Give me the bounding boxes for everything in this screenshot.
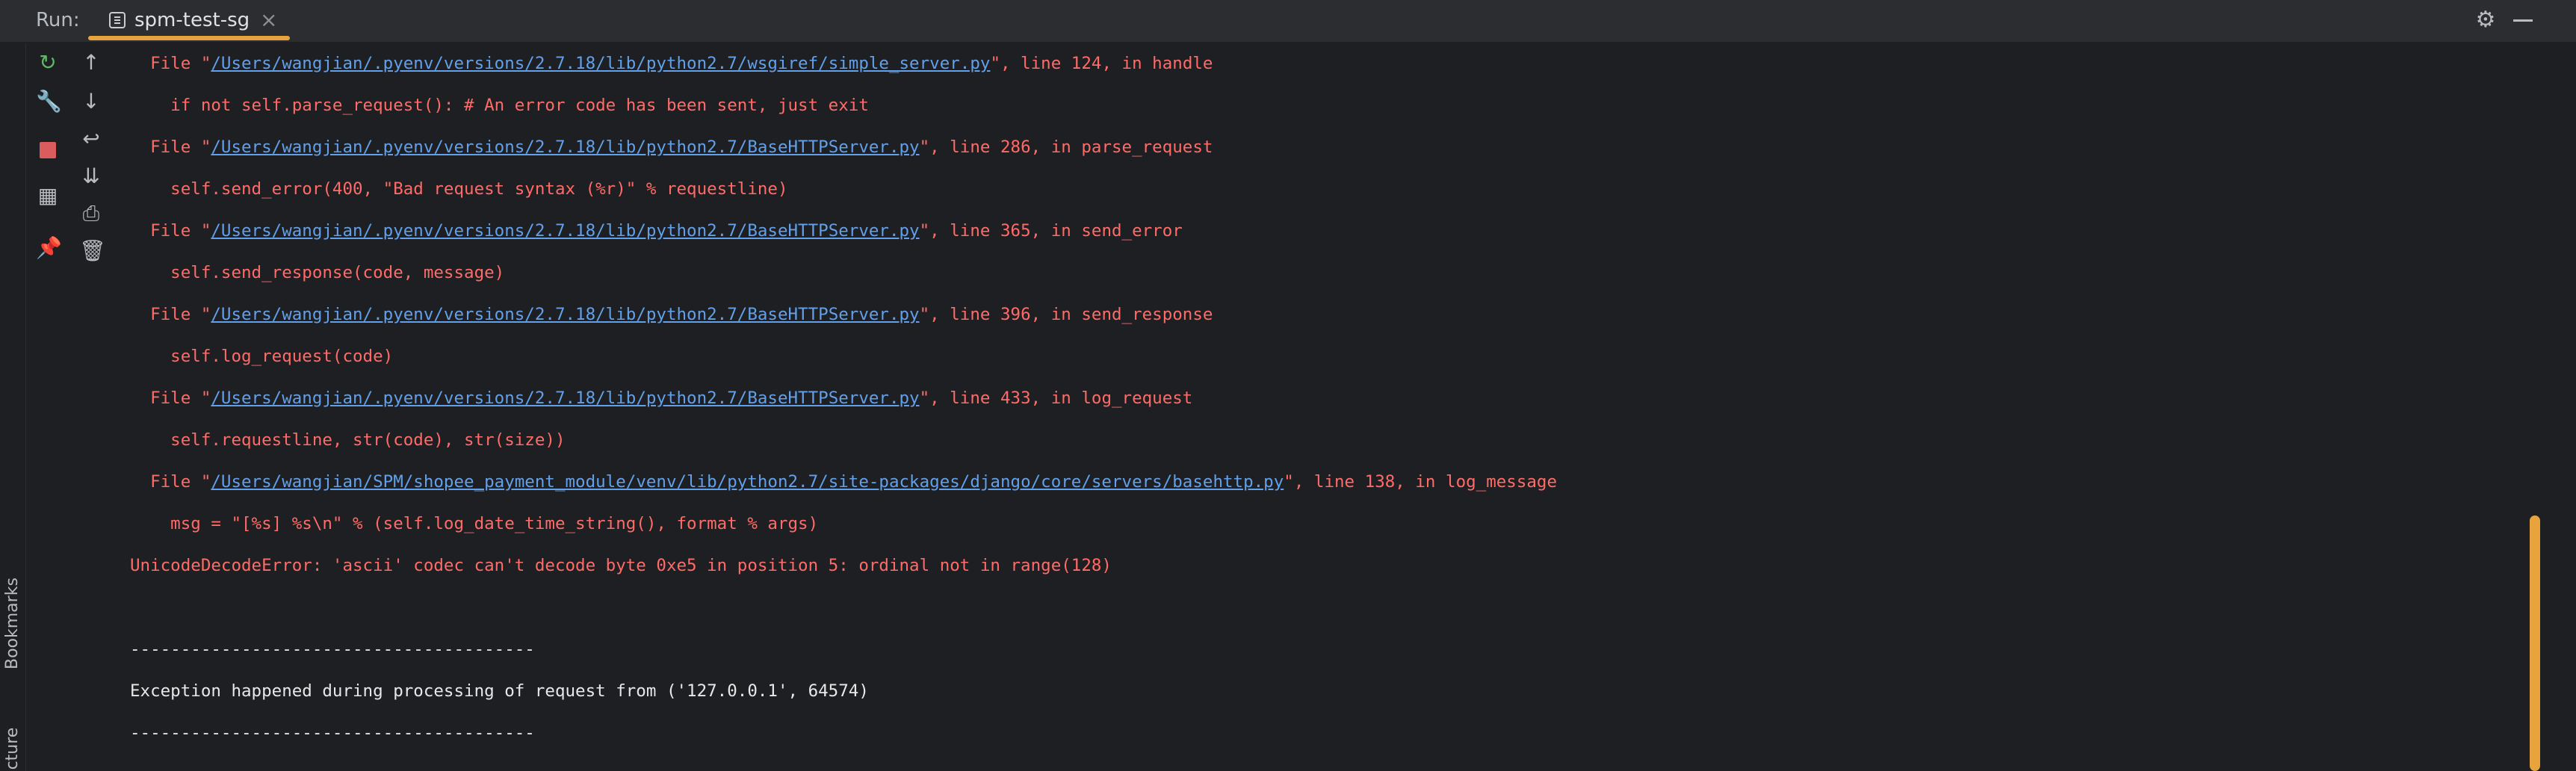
traceback-file-line: File "/Users/wangjian/.pyenv/versions/2.… bbox=[130, 51, 1213, 76]
file-prefix: File " bbox=[130, 472, 211, 492]
vertical-scrollbar[interactable] bbox=[2530, 515, 2540, 771]
console-line: self.send_response(code, message) bbox=[130, 263, 505, 282]
wrench-icon[interactable]: 🔧 bbox=[36, 90, 62, 114]
scroll-to-end-icon[interactable]: ⇊ bbox=[79, 164, 103, 188]
file-path-link[interactable]: /Users/wangjian/SPM/shopee_payment_modul… bbox=[211, 472, 1284, 492]
run-label: Run: bbox=[36, 9, 80, 31]
close-icon[interactable]: × bbox=[260, 7, 277, 32]
trash-icon[interactable]: 🗑 bbox=[79, 239, 106, 263]
file-prefix: File " bbox=[130, 221, 211, 241]
file-suffix: ", line 433, in log_request bbox=[919, 388, 1193, 408]
file-suffix: ", line 365, in send_error bbox=[919, 221, 1183, 241]
console-line: self.log_request(code) bbox=[130, 347, 394, 366]
file-path-link[interactable]: /Users/wangjian/.pyenv/versions/2.7.18/l… bbox=[211, 388, 919, 408]
console-line: msg = "[%s] %s\n" % (self.log_date_time_… bbox=[130, 514, 819, 533]
minimize-icon[interactable] bbox=[2513, 19, 2533, 22]
file-suffix: ", line 286, in parse_request bbox=[919, 137, 1213, 157]
run-toolbar-secondary: ↑ ↓ ↩ ⇊ ⎙ 🗑 bbox=[69, 43, 114, 771]
side-tool-strip: Bookmarks Structure bbox=[0, 43, 26, 771]
traceback-file-line: File "/Users/wangjian/.pyenv/versions/2.… bbox=[130, 134, 1213, 160]
console-line: ---------------------------------------- bbox=[130, 723, 535, 743]
rerun-icon[interactable]: ↻ bbox=[36, 51, 60, 75]
console-line: self.send_error(400, "Bad request syntax… bbox=[130, 179, 788, 199]
file-prefix: File " bbox=[130, 54, 211, 73]
bookmarks-tab[interactable]: Bookmarks bbox=[3, 578, 22, 669]
traceback-file-line: File "/Users/wangjian/.pyenv/versions/2.… bbox=[130, 218, 1183, 244]
run-config-icon bbox=[109, 12, 126, 28]
traceback-file-line: File "/Users/wangjian/.pyenv/versions/2.… bbox=[130, 302, 1213, 327]
console-line: Exception happened during processing of … bbox=[130, 681, 869, 701]
arrow-down-icon[interactable]: ↓ bbox=[79, 90, 103, 114]
file-prefix: File " bbox=[130, 305, 211, 324]
file-path-link[interactable]: /Users/wangjian/.pyenv/versions/2.7.18/l… bbox=[211, 137, 919, 157]
active-tab-indicator bbox=[88, 36, 290, 40]
traceback-file-line: File "/Users/wangjian/SPM/shopee_payment… bbox=[130, 469, 1557, 495]
console-line: if not self.parse_request(): # An error … bbox=[130, 96, 869, 115]
stop-icon[interactable] bbox=[40, 142, 56, 158]
console-output[interactable]: File "/Users/wangjian/.pyenv/versions/2.… bbox=[114, 43, 2527, 771]
console-line: self.requestline, str(code), str(size)) bbox=[130, 430, 566, 450]
run-tool-window: Run: spm-test-sg × ⚙ Bookmarks Structure… bbox=[0, 0, 2576, 771]
console-line: UnicodeDecodeError: 'ascii' codec can't … bbox=[130, 556, 1112, 575]
gear-icon[interactable]: ⚙ bbox=[2474, 9, 2497, 31]
run-toolbar-primary: ↻ 🔧 ▦ 📌 bbox=[25, 43, 70, 771]
file-path-link[interactable]: /Users/wangjian/.pyenv/versions/2.7.18/l… bbox=[211, 54, 990, 73]
soft-wrap-icon[interactable]: ↩ bbox=[79, 127, 103, 151]
console-line: ---------------------------------------- bbox=[130, 640, 535, 659]
file-path-link[interactable]: /Users/wangjian/.pyenv/versions/2.7.18/l… bbox=[211, 221, 919, 241]
file-prefix: File " bbox=[130, 388, 211, 408]
structure-tab[interactable]: Structure bbox=[3, 728, 22, 771]
file-suffix: ", line 124, in handle bbox=[990, 54, 1213, 73]
file-prefix: File " bbox=[130, 137, 211, 157]
traceback-file-line: File "/Users/wangjian/.pyenv/versions/2.… bbox=[130, 386, 1192, 411]
tab-spm-test-sg[interactable]: spm-test-sg × bbox=[103, 3, 290, 39]
file-suffix: ", line 138, in log_message bbox=[1284, 472, 1558, 492]
tab-label: spm-test-sg bbox=[134, 9, 250, 31]
arrow-up-icon[interactable]: ↑ bbox=[79, 51, 103, 75]
file-suffix: ", line 396, in send_response bbox=[919, 305, 1213, 324]
file-path-link[interactable]: /Users/wangjian/.pyenv/versions/2.7.18/l… bbox=[211, 305, 919, 324]
pin-icon[interactable]: 📌 bbox=[36, 236, 62, 260]
print-icon[interactable]: ⎙ bbox=[79, 202, 103, 226]
run-header: Run: spm-test-sg × ⚙ bbox=[0, 0, 2576, 43]
layout-icon[interactable]: ▦ bbox=[36, 184, 60, 208]
